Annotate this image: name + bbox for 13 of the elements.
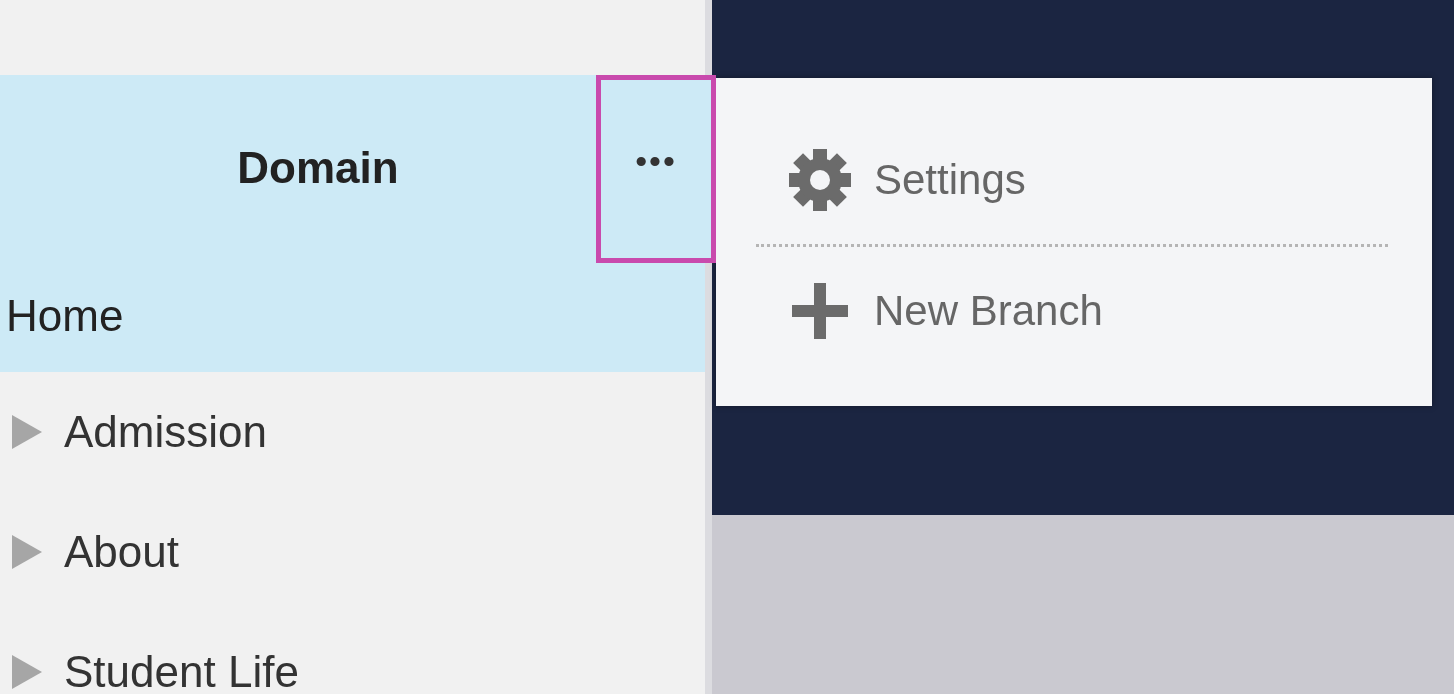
tree-item[interactable]: Student Life [0, 612, 705, 694]
expand-triangle-icon[interactable] [12, 415, 42, 449]
more-button[interactable]: ••• [596, 75, 716, 263]
tree-item[interactable]: Admission [0, 372, 705, 492]
gear-icon [788, 148, 852, 212]
tree-item[interactable]: About [0, 492, 705, 612]
domain-header[interactable]: Domain [0, 75, 596, 260]
menu-item[interactable]: New Branch [756, 271, 1103, 351]
expand-triangle-icon[interactable] [12, 535, 42, 569]
tree-item[interactable]: Home [0, 260, 705, 372]
menu-item[interactable]: Settings [756, 140, 1026, 220]
expand-triangle-icon[interactable] [12, 655, 42, 689]
domain-title: Domain [237, 142, 399, 193]
